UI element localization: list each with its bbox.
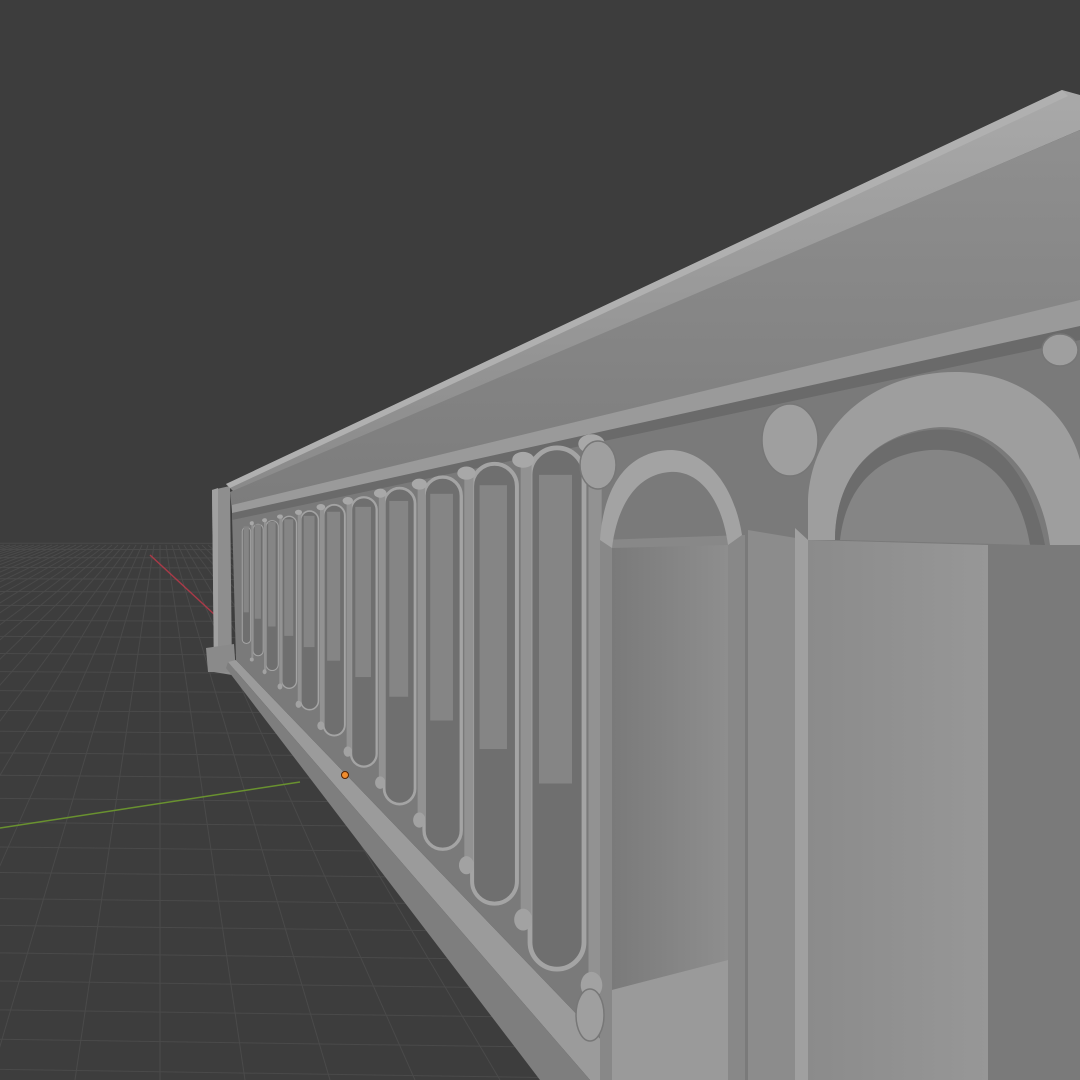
grid-line: [0, 544, 65, 573]
leaf-ornament: [579, 440, 617, 490]
leaf-ornament-top: [411, 478, 427, 490]
leaf-ornament-bottom: [317, 721, 325, 731]
grid-line: [0, 544, 131, 722]
arch-inner-panel: [303, 515, 315, 648]
baluster-pillar: [279, 514, 283, 685]
grid-line: [74, 544, 155, 1080]
baluster-pillar: [520, 457, 532, 918]
arch-inner-panel: [539, 474, 572, 784]
grid-line: [0, 544, 11, 549]
y-axis-line: [0, 781, 301, 829]
arch-inner-panel: [355, 506, 371, 678]
arch-inner-panel: [430, 493, 453, 721]
grid-line: [0, 544, 41, 560]
leaf-ornament-bottom: [249, 657, 254, 662]
balustrade-model[interactable]: [206, 90, 1080, 1080]
arch-inner-panel: [479, 485, 507, 750]
leaf-ornament-bottom: [413, 812, 426, 828]
front-panel-inset: [612, 545, 728, 990]
grid-line: [0, 544, 113, 641]
leaf-ornament-top: [294, 509, 303, 515]
leaf-ornament-top: [457, 466, 476, 480]
front-pillar-edge: [795, 528, 808, 1080]
grid-line: [0, 544, 5, 547]
arch-inner-panel: [243, 526, 249, 613]
baluster-pillar: [378, 491, 386, 781]
arch-inner-panel: [254, 524, 261, 619]
grid-line: [0, 544, 149, 1048]
leaf-ornament: [575, 988, 605, 1042]
leaf-ornament: [761, 403, 819, 477]
leaf-ornament-top: [373, 488, 387, 498]
baluster-pillar: [264, 518, 267, 670]
baluster-pillar: [464, 471, 474, 864]
leaf-ornament-bottom: [343, 746, 353, 757]
leaf-ornament-bottom: [458, 856, 474, 875]
grid-line: [0, 544, 23, 552]
viewport-canvas[interactable]: [0, 0, 1080, 1080]
grid-line: [0, 544, 137, 777]
baluster-pillar: [297, 510, 302, 703]
grid-line: [0, 544, 83, 589]
leaf-ornament-top: [262, 518, 268, 523]
baluster-pillar: [346, 498, 352, 750]
arch-inner-panel: [268, 522, 276, 627]
grid-line: [165, 544, 246, 1080]
3d-viewport[interactable]: [0, 0, 1080, 1080]
baluster-pillar: [588, 441, 602, 984]
leaf-ornament-bottom: [514, 908, 533, 931]
origin-marker: [341, 771, 349, 779]
grid-line: [0, 544, 101, 614]
leaf-ornament-bottom: [262, 669, 267, 675]
grid-line: [0, 544, 53, 566]
leaf-ornament-top: [512, 451, 535, 468]
leaf-ornament: [1041, 333, 1079, 367]
grid-line: [0, 544, 77, 583]
leaf-ornament-bottom: [277, 683, 283, 690]
arch-inner-panel: [284, 519, 294, 636]
leaf-ornament-top: [316, 503, 326, 511]
baluster-pillar: [417, 482, 426, 819]
leaf-ornament-bottom: [295, 700, 302, 708]
arch-inner-panel: [389, 500, 409, 697]
grid-line: [0, 544, 59, 569]
end-post-side: [212, 488, 218, 672]
front-pillar-face: [808, 540, 988, 1080]
leaf-ornament-top: [342, 497, 353, 505]
leaf-ornament-bottom: [375, 776, 386, 789]
leaf-ornament-top: [249, 521, 254, 526]
baluster-pillar: [319, 505, 325, 724]
arch-inner-panel: [327, 511, 341, 661]
leaf-ornament-top: [277, 514, 283, 519]
baluster-pillar: [251, 521, 254, 658]
